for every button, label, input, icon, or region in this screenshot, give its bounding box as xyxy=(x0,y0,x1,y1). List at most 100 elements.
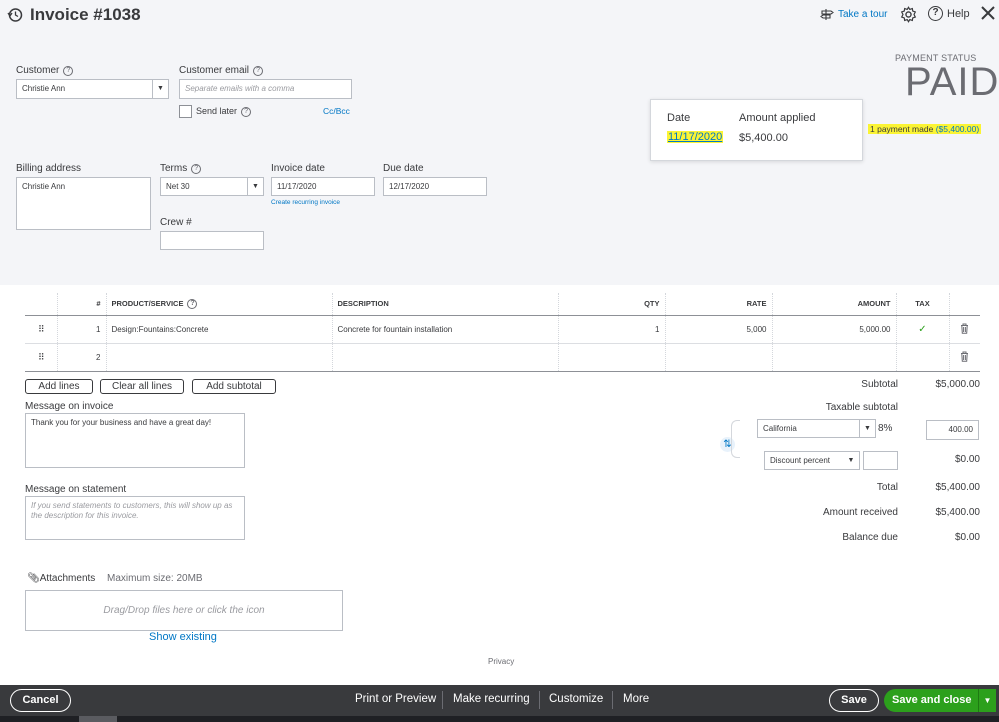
trash-icon[interactable] xyxy=(949,315,980,344)
cc-bcc-link[interactable]: Cc/Bcc xyxy=(323,106,350,116)
discount-type-select[interactable]: Discount percent ▼ xyxy=(764,451,860,470)
save-and-close-button[interactable]: Save and close ▼ xyxy=(884,689,996,712)
invoice-date-input[interactable]: 11/17/2020 xyxy=(271,177,375,196)
payment-date-header: Date xyxy=(667,112,691,124)
send-later-checkbox[interactable] xyxy=(179,105,192,118)
column-header-rate: RATE xyxy=(665,293,773,316)
product-cell[interactable] xyxy=(106,343,333,372)
chevron-down-icon[interactable]: ▼ xyxy=(859,420,875,437)
message-statement-input[interactable]: If you send statements to customers, thi… xyxy=(25,496,245,540)
question-icon[interactable]: ? xyxy=(63,66,74,76)
drag-handle-icon[interactable]: ⠿ xyxy=(25,343,58,372)
product-cell[interactable]: Design:Fountains:Concrete xyxy=(106,315,333,344)
payments-made-link[interactable]: 1 payment made ($5,400.00) xyxy=(868,124,982,134)
table-header-row: # PRODUCT/SERVICE? DESCRIPTION QTY RATE … xyxy=(25,293,980,316)
line-number: 2 xyxy=(57,343,107,372)
question-icon[interactable]: ? xyxy=(253,66,264,76)
history-icon[interactable] xyxy=(7,7,23,23)
amount-cell[interactable]: 5,000.00 xyxy=(772,315,897,344)
description-cell[interactable]: Concrete for fountain installation xyxy=(332,315,559,344)
message-invoice-input[interactable]: Thank you for your business and have a g… xyxy=(25,413,245,468)
billing-address-label: Billing address xyxy=(16,163,82,174)
payment-date-link[interactable]: 11/17/2020 xyxy=(667,131,724,143)
tax-amount-input[interactable]: 400.00 xyxy=(926,420,979,440)
clear-all-lines-button[interactable]: Clear all lines xyxy=(100,379,184,394)
customer-label-text: Customer xyxy=(16,65,60,76)
customer-select[interactable]: Christie Ann ▼ xyxy=(16,79,169,99)
divider xyxy=(539,691,540,709)
rate-cell[interactable]: 5,000 xyxy=(665,315,773,344)
privacy-link[interactable]: Privacy xyxy=(488,657,514,666)
add-lines-button[interactable]: Add lines xyxy=(25,379,93,394)
message-invoice-label: Message on invoice xyxy=(25,401,114,412)
due-date-input[interactable]: 12/17/2020 xyxy=(383,177,487,196)
customer-email-input[interactable]: Separate emails with a comma xyxy=(179,79,352,99)
payment-popover: Date Amount applied 11/17/2020 $5,400.00 xyxy=(650,99,863,161)
amount-cell[interactable] xyxy=(772,343,897,372)
payment-status-value: PAID xyxy=(905,60,999,104)
terms-value: Net 30 xyxy=(166,182,190,191)
chevron-down-icon[interactable]: ▼ xyxy=(978,689,996,712)
due-date-label: Due date xyxy=(383,163,424,174)
balance-due-value: $0.00 xyxy=(954,532,980,543)
taxable-subtotal-label: Taxable subtotal xyxy=(825,402,898,413)
column-header-product: PRODUCT/SERVICE? xyxy=(106,293,333,316)
chevron-down-icon[interactable]: ▼ xyxy=(843,452,859,469)
question-icon[interactable]: ? xyxy=(241,107,252,117)
amount-received-label: Amount received xyxy=(822,507,898,518)
description-cell[interactable] xyxy=(332,343,559,372)
qty-cell[interactable] xyxy=(558,343,666,372)
attachments-label-text: Attachments xyxy=(39,573,96,584)
tax-bracket xyxy=(731,420,740,458)
line-number: 1 xyxy=(57,315,107,344)
discount-input[interactable] xyxy=(863,451,898,470)
drag-handle-icon[interactable]: ⠿ xyxy=(25,315,58,344)
subtotal-value: $5,000.00 xyxy=(935,379,981,390)
gear-icon[interactable] xyxy=(900,6,917,23)
create-recurring-link[interactable]: Create recurring invoice xyxy=(271,199,340,206)
terms-select[interactable]: Net 30 ▼ xyxy=(160,177,264,196)
table-row[interactable]: ⠿ 1 Design:Fountains:Concrete Concrete f… xyxy=(25,315,980,344)
tax-checkmark-icon[interactable]: ✓ xyxy=(896,315,950,344)
add-subtotal-button[interactable]: Add subtotal xyxy=(192,379,276,394)
message-statement-label: Message on statement xyxy=(25,484,127,495)
question-icon[interactable]: ? xyxy=(191,164,202,174)
save-button[interactable]: Save xyxy=(829,689,879,712)
make-recurring-button[interactable]: Make recurring xyxy=(453,693,530,705)
total-value: $5,400.00 xyxy=(935,482,981,493)
tax-rate-select[interactable]: California ▼ xyxy=(757,419,876,438)
customize-button[interactable]: Customize xyxy=(549,693,603,705)
take-tour-link[interactable]: Take a tour xyxy=(820,8,887,21)
footer-bar: Cancel Print or Preview Make recurring C… xyxy=(0,685,999,722)
help-button[interactable]: ? Help xyxy=(928,6,970,21)
crew-label: Crew # xyxy=(160,217,192,228)
column-header-delete xyxy=(949,293,980,316)
rate-cell[interactable] xyxy=(665,343,773,372)
billing-address-input[interactable]: Christie Ann xyxy=(16,177,151,230)
table-row[interactable]: ⠿ 2 xyxy=(25,343,980,372)
column-header-amount: AMOUNT xyxy=(772,293,897,316)
trash-icon[interactable] xyxy=(949,343,980,372)
more-button[interactable]: More xyxy=(623,693,649,705)
chevron-down-icon[interactable]: ▼ xyxy=(152,80,168,98)
send-later-text: Send later xyxy=(196,106,238,116)
invoice-date-label: Invoice date xyxy=(271,163,325,174)
discount-value: $0.00 xyxy=(954,454,980,465)
cancel-button[interactable]: Cancel xyxy=(10,689,71,712)
payment-amount-header: Amount applied xyxy=(739,112,816,124)
column-header-description: DESCRIPTION xyxy=(332,293,559,316)
crew-input[interactable] xyxy=(160,231,264,250)
amount-received-value: $5,400.00 xyxy=(935,507,981,518)
help-icon: ? xyxy=(928,6,943,21)
attachments-dropzone[interactable]: Drag/Drop files here or click the icon xyxy=(25,590,343,631)
question-icon[interactable]: ? xyxy=(187,298,198,309)
show-existing-link[interactable]: Show existing xyxy=(149,631,217,643)
close-icon[interactable] xyxy=(979,4,997,22)
signpost-icon xyxy=(820,9,834,20)
column-header-drag xyxy=(25,293,58,316)
chevron-down-icon[interactable]: ▼ xyxy=(247,178,263,195)
tax-cell[interactable] xyxy=(896,343,950,372)
qty-cell[interactable]: 1 xyxy=(558,315,666,344)
print-preview-button[interactable]: Print or Preview xyxy=(355,693,436,705)
subtotal-label: Subtotal xyxy=(861,379,898,390)
